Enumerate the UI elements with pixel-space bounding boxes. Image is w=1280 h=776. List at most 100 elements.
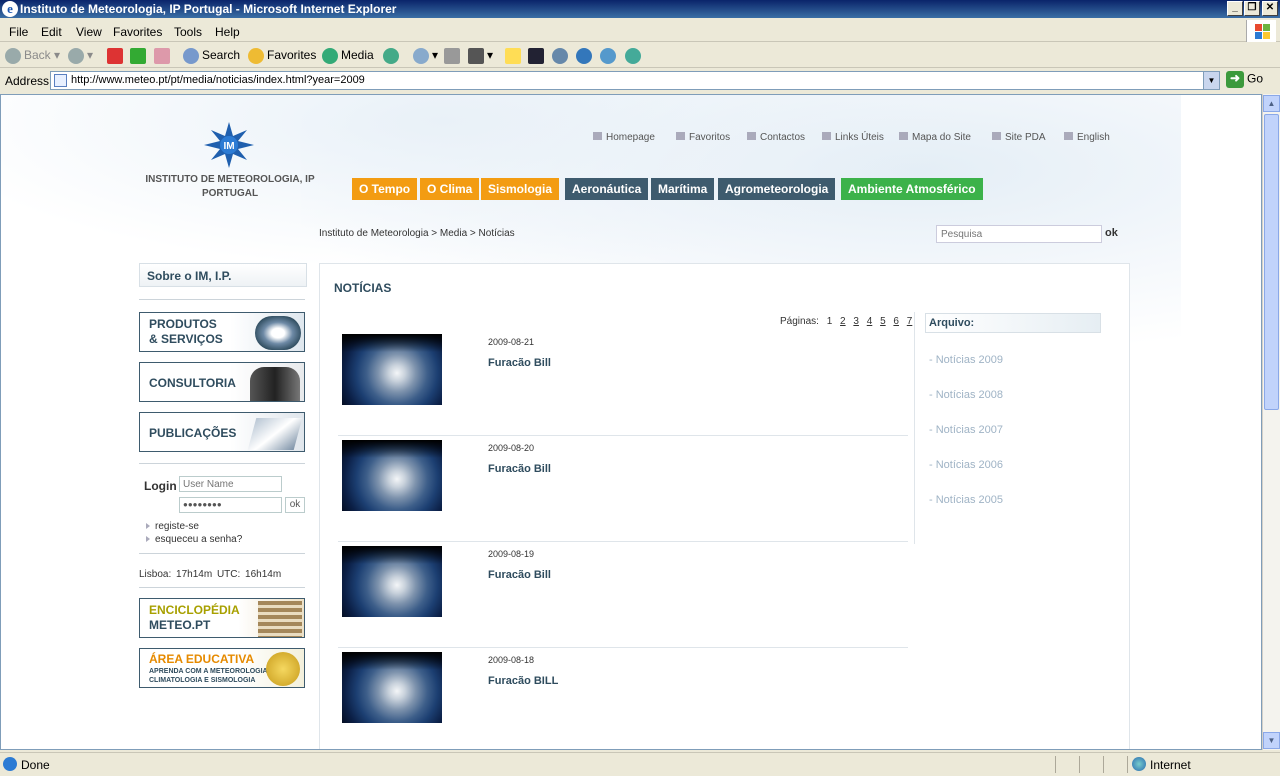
news-date: 2009-08-20 [488, 443, 535, 453]
messenger-icon [552, 48, 568, 64]
username-input[interactable] [179, 476, 282, 492]
nav-o-clima[interactable]: O Clima [420, 178, 480, 200]
contactos-link[interactable]: Contactos [747, 132, 805, 143]
edit-button[interactable]: ▾ [468, 48, 493, 64]
site-pda-link[interactable]: Site PDA [992, 132, 1046, 143]
menu-bar: File Edit View Favorites Tools Help [0, 20, 1280, 42]
nav-aeronautica[interactable]: Aeronáutica [565, 178, 649, 200]
favoritos-link[interactable]: Favoritos [676, 132, 730, 143]
news-item-title[interactable]: Furacão BILL [488, 675, 558, 687]
area-educativa-banner[interactable]: ÁREA EDUCATIVA APRENDA COM A METEOROLOGI… [139, 648, 305, 688]
page-3[interactable]: 3 [853, 316, 859, 327]
news-date: 2009-08-21 [488, 337, 535, 347]
address-input[interactable]: http://www.meteo.pt/pt/media/noticias/in… [50, 71, 1220, 90]
status-divider [1055, 756, 1056, 773]
links-uteis-link[interactable]: Links Úteis [822, 132, 884, 143]
minimize-button[interactable]: _ [1227, 1, 1243, 16]
vertical-scrollbar[interactable]: ▲ ▼ [1262, 94, 1280, 750]
research-icon [625, 48, 641, 64]
hurricane-thumbnail[interactable] [342, 652, 442, 723]
go-button[interactable]: ➜ Go [1226, 71, 1263, 88]
h-button[interactable] [528, 48, 547, 64]
archive-link-2007[interactable]: - Notícias 2007 [929, 424, 1003, 436]
menu-help[interactable]: Help [215, 25, 240, 39]
messenger-button[interactable] [552, 48, 571, 64]
hurricane-thumbnail[interactable] [342, 334, 442, 405]
globe-button[interactable] [576, 48, 595, 64]
menu-file[interactable]: File [9, 25, 28, 39]
homepage-link[interactable]: Homepage [593, 132, 655, 143]
news-item-title[interactable]: Furacão Bill [488, 463, 551, 475]
research-button[interactable] [625, 48, 644, 64]
nav-maritima[interactable]: Marítima [651, 178, 715, 200]
news-item-title[interactable]: Furacão Bill [488, 357, 551, 369]
scroll-up-arrow-icon[interactable]: ▲ [1263, 95, 1280, 112]
menu-favorites[interactable]: Favorites [113, 25, 162, 39]
archive-2009-label: Notícias 2009 [935, 354, 1003, 366]
forward-button[interactable]: ▾ [68, 48, 93, 64]
discuss-button[interactable] [600, 48, 619, 64]
home-button[interactable] [154, 48, 173, 64]
about-link[interactable]: Sobre o IM, I.P. [139, 263, 307, 287]
maximize-button[interactable]: ❐ [1244, 1, 1260, 16]
page-4[interactable]: 4 [867, 316, 873, 327]
page-7[interactable]: 7 [907, 316, 913, 327]
produtos-servicos-banner[interactable]: PRODUTOS & SERVIÇOS [139, 312, 305, 352]
news-item-title[interactable]: Furacão Bill [488, 569, 551, 581]
mail-button[interactable]: ▾ [413, 48, 438, 64]
search-button[interactable]: Search [183, 48, 240, 64]
back-label: Back [24, 48, 51, 63]
address-dropdown-icon[interactable]: ▼ [1203, 72, 1219, 89]
page-1[interactable]: 1 [827, 316, 833, 327]
nav-agrometeorologia[interactable]: Agrometeorologia [718, 178, 836, 200]
scroll-down-arrow-icon[interactable]: ▼ [1263, 732, 1280, 749]
print-button[interactable] [444, 48, 463, 64]
forward-arrow-icon [68, 48, 84, 64]
english-link[interactable]: English [1064, 132, 1110, 143]
note-button[interactable] [505, 48, 524, 64]
status-text: Done [21, 758, 50, 772]
page-2[interactable]: 2 [840, 316, 846, 327]
close-button[interactable]: ✕ [1262, 1, 1278, 16]
external-link-icon [822, 132, 831, 140]
forgot-password-link[interactable]: esqueceu a senha? [146, 534, 242, 545]
archive-link-2008[interactable]: - Notícias 2008 [929, 389, 1003, 401]
search-ok-button[interactable]: ok [1105, 227, 1118, 239]
login-label: Login [144, 479, 177, 493]
archive-link-2005[interactable]: - Notícias 2005 [929, 494, 1003, 506]
mapa-do-site-link[interactable]: Mapa do Site [899, 132, 971, 143]
nav-ambiente-atmosferico[interactable]: Ambiente Atmosférico [841, 178, 983, 200]
clock-text: Lisboa: 17h14m UTC: 16h14m [139, 569, 282, 580]
flag-icon [1064, 132, 1073, 140]
news-panel: NOTÍCIAS Páginas: 1 2 3 4 5 6 7 2009-08-… [319, 263, 1130, 749]
menu-tools[interactable]: Tools [174, 25, 202, 39]
login-ok-button[interactable]: ok [285, 497, 305, 513]
archive-link-2009[interactable]: - Notícias 2009 [929, 354, 1003, 366]
hurricane-thumbnail[interactable] [342, 440, 442, 511]
refresh-button[interactable] [130, 48, 149, 64]
page-6[interactable]: 6 [893, 316, 899, 327]
password-input[interactable]: ●●●●●●●● [179, 497, 282, 513]
publicacoes-banner[interactable]: PUBLICAÇÕES [139, 412, 305, 452]
page-5[interactable]: 5 [880, 316, 886, 327]
register-link[interactable]: registe-se [146, 521, 199, 532]
scroll-thumb[interactable] [1264, 114, 1279, 410]
menu-view[interactable]: View [76, 25, 102, 39]
stop-button[interactable] [107, 48, 126, 64]
hurricane-thumbnail[interactable] [342, 546, 442, 617]
history-button[interactable] [383, 48, 402, 64]
breadcrumb: Instituto de Meteorologia > Media > Notí… [319, 228, 515, 239]
favorites-button[interactable]: Favorites [248, 48, 316, 64]
media-button[interactable]: Media [322, 48, 374, 64]
enciclopedia-banner[interactable]: ENCICLOPÉDIA METEO.PT [139, 598, 305, 638]
edit-icon [468, 48, 484, 64]
back-button[interactable]: Back ▾ [5, 48, 60, 64]
archive-link-2006[interactable]: - Notícias 2006 [929, 459, 1003, 471]
consultoria-banner[interactable]: CONSULTORIA [139, 362, 305, 402]
star-icon [676, 132, 685, 140]
nav-o-tempo[interactable]: O Tempo [352, 178, 418, 200]
nav-sismologia[interactable]: Sismologia [481, 178, 560, 200]
menu-edit[interactable]: Edit [41, 25, 62, 39]
search-input[interactable] [936, 225, 1102, 243]
address-bar: Address http://www.meteo.pt/pt/media/not… [0, 70, 1280, 92]
